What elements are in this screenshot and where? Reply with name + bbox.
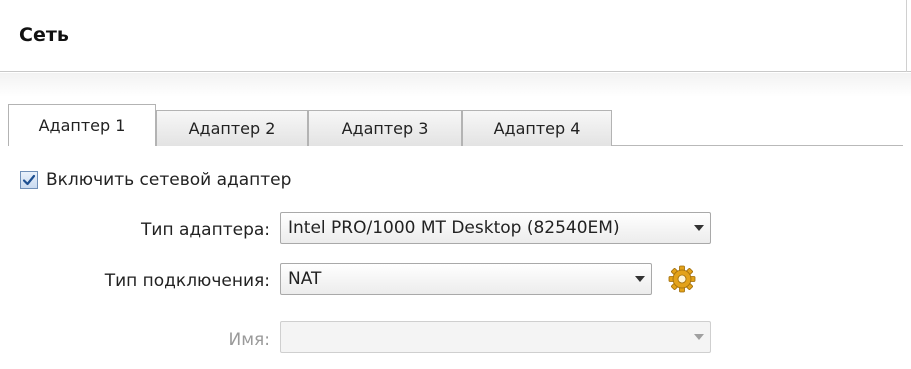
panel-edge (906, 0, 907, 72)
tab-adapter-4[interactable]: Адаптер 4 (462, 110, 612, 146)
attached-to-label: Тип подключения: (104, 271, 270, 291)
checkmark-icon (22, 174, 36, 186)
chevron-down-icon (688, 213, 710, 243)
name-select[interactable] (280, 321, 711, 353)
chevron-down-icon (688, 322, 710, 352)
adapter-type-label: Тип адаптера: (141, 220, 270, 240)
attached-to-select[interactable]: NAT (280, 263, 652, 295)
tab-adapter-2[interactable]: Адаптер 2 (156, 110, 308, 146)
tab-adapter-3[interactable]: Адаптер 3 (308, 110, 462, 146)
adapter-tabs: Адаптер 1 Адаптер 2 Адаптер 3 Адаптер 4 (8, 104, 903, 146)
page-title: Сеть (19, 24, 69, 46)
enable-adapter-row[interactable]: Включить сетевой адаптер (20, 168, 291, 192)
chevron-down-icon (629, 264, 651, 294)
tab-label: Адаптер 1 (38, 116, 126, 135)
section-header: Сеть (0, 0, 911, 72)
adapter-type-select[interactable]: Intel PRO/1000 MT Desktop (82540EM) (280, 212, 711, 244)
header-shadow (0, 73, 911, 97)
tab-adapter-1[interactable]: Адаптер 1 (8, 104, 156, 146)
enable-adapter-label: Включить сетевой адаптер (46, 170, 292, 190)
gear-icon[interactable] (668, 265, 696, 293)
enable-adapter-checkbox[interactable] (20, 171, 38, 189)
name-label: Имя: (228, 330, 271, 350)
attached-to-value: NAT (288, 269, 322, 289)
tab-label: Адаптер 3 (341, 119, 429, 138)
adapter-type-value: Intel PRO/1000 MT Desktop (82540EM) (288, 218, 620, 238)
tab-label: Адаптер 2 (188, 119, 276, 138)
tab-label: Адаптер 4 (493, 119, 581, 138)
